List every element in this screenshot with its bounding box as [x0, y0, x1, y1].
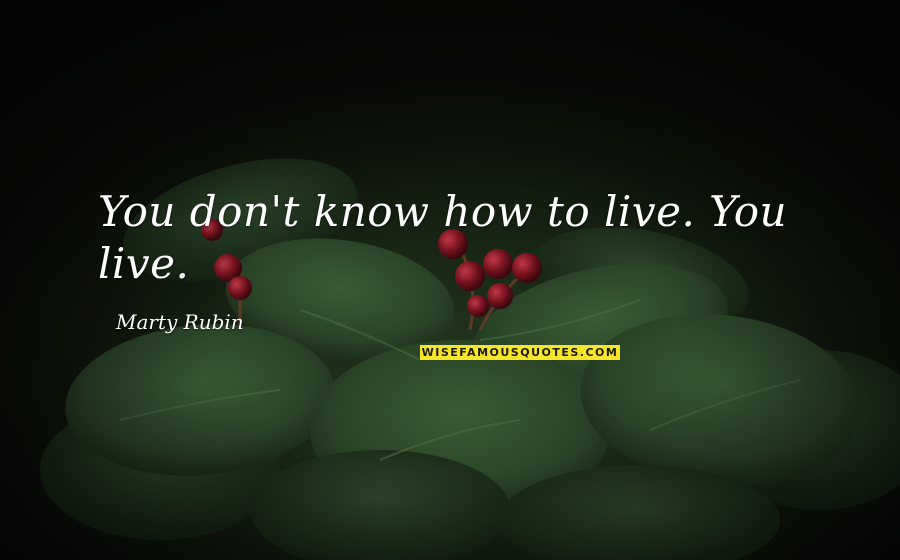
quote-author: Marty Rubin: [116, 310, 244, 334]
watermark-badge: WISEFAMOUSQUOTES.COM: [420, 345, 620, 360]
berry: [467, 295, 489, 317]
quote-image: You don't know how to live. You live. Ma…: [0, 0, 900, 560]
quote-text: You don't know how to live. You live.: [98, 187, 788, 288]
